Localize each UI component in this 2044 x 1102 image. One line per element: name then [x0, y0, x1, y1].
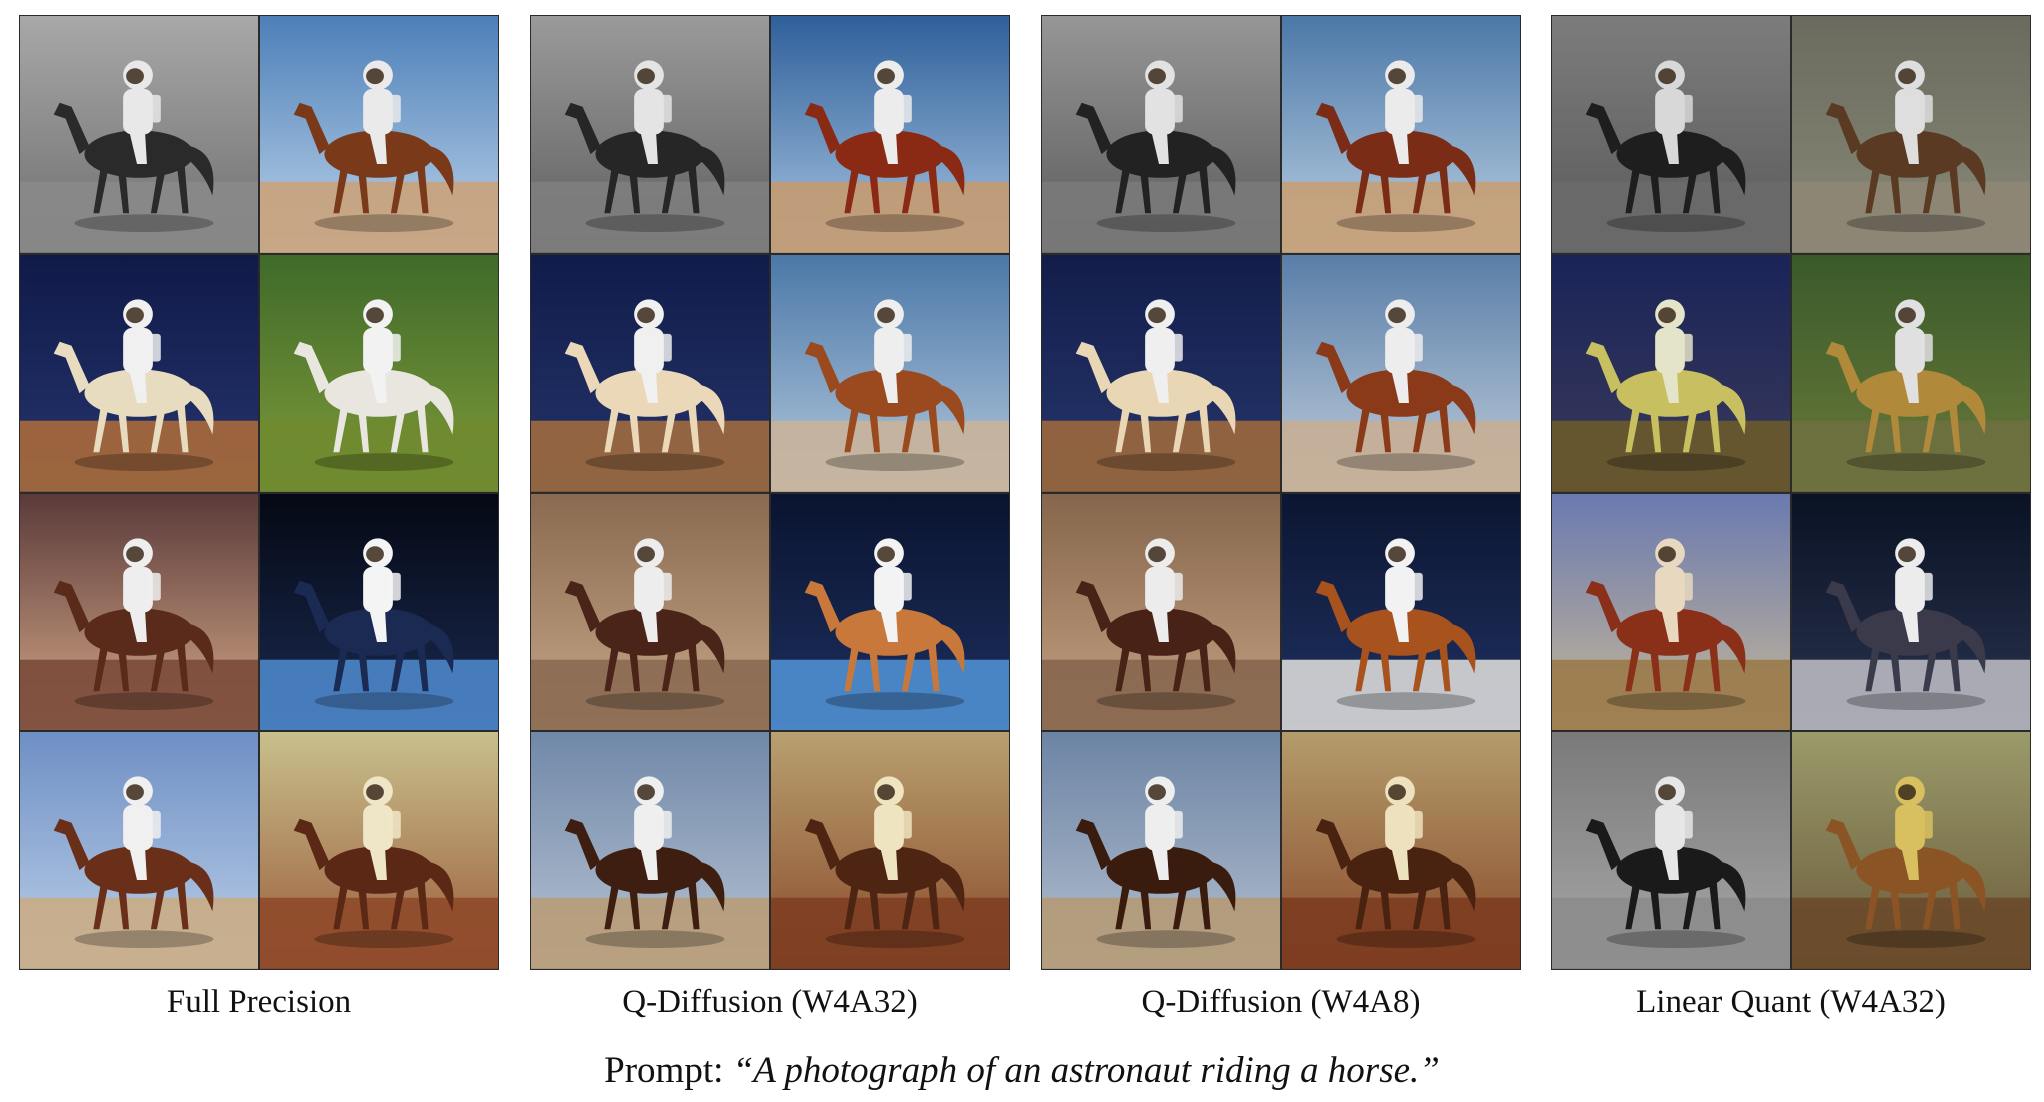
generated-image-graphic [1282, 254, 1520, 492]
generated-image [20, 16, 258, 253]
generated-image [1552, 254, 1790, 492]
image-grid-panel [1551, 15, 2031, 970]
generated-image [20, 254, 258, 492]
generated-image-graphic [20, 493, 258, 731]
panel-caption: Linear Quant (W4A32) [1636, 984, 1946, 1020]
generated-image [1792, 16, 2030, 253]
generated-image-graphic [1552, 732, 1790, 969]
generated-image-graphic [771, 254, 1009, 492]
generated-image [260, 732, 498, 969]
image-grid-panel [1041, 15, 1521, 970]
generated-image-graphic [260, 254, 498, 492]
generated-image [771, 16, 1009, 253]
generated-image [531, 493, 769, 731]
generated-image-graphic [1282, 16, 1520, 253]
generated-image-graphic [1792, 16, 2030, 253]
generated-image-graphic [20, 732, 258, 969]
generated-image [1282, 16, 1520, 253]
generated-image-graphic [20, 16, 258, 253]
generated-image [531, 254, 769, 492]
generated-image [771, 732, 1009, 969]
generated-image-graphic [1282, 493, 1520, 731]
image-grid-panel [19, 15, 499, 970]
generated-image [1042, 493, 1280, 731]
prompt-caption: Prompt: “A photograph of an astronaut ri… [0, 1048, 2044, 1094]
image-grid-panel [530, 15, 1010, 970]
generated-image-graphic [1792, 493, 2030, 731]
panel-caption: Q-Diffusion (W4A32) [622, 984, 918, 1020]
panel-caption: Q-Diffusion (W4A8) [1141, 984, 1421, 1020]
generated-image [531, 16, 769, 253]
generated-image [260, 254, 498, 492]
generated-image [531, 732, 769, 969]
generated-image-graphic [1042, 254, 1280, 492]
generated-image [20, 493, 258, 731]
generated-image-graphic [531, 493, 769, 731]
generated-image-graphic [1552, 16, 1790, 253]
generated-image [260, 493, 498, 731]
generated-image [1042, 254, 1280, 492]
generated-image-graphic [531, 16, 769, 253]
prompt-label: Prompt: [604, 1050, 724, 1091]
generated-image [1552, 732, 1790, 969]
generated-image-graphic [1282, 732, 1520, 969]
generated-image-graphic [1552, 493, 1790, 731]
generated-image-graphic [1552, 254, 1790, 492]
generated-image [1282, 732, 1520, 969]
generated-image-graphic [531, 254, 769, 492]
generated-image-graphic [260, 16, 498, 253]
generated-image [1792, 254, 2030, 492]
generated-image [20, 732, 258, 969]
generated-image [1792, 732, 2030, 969]
generated-image [1282, 254, 1520, 492]
generated-image-graphic [1042, 16, 1280, 253]
generated-image-graphic [260, 493, 498, 731]
generated-image-graphic [1042, 732, 1280, 969]
generated-image [1792, 493, 2030, 731]
generated-image [771, 254, 1009, 492]
generated-image [1042, 732, 1280, 969]
generated-image [1282, 493, 1520, 731]
generated-image-graphic [771, 16, 1009, 253]
generated-image-graphic [1792, 732, 2030, 969]
generated-image [1552, 493, 1790, 731]
generated-image-graphic [771, 493, 1009, 731]
generated-image-graphic [771, 732, 1009, 969]
generated-image [260, 16, 498, 253]
generated-image-graphic [1792, 254, 2030, 492]
generated-image-graphic [20, 254, 258, 492]
prompt-text: “A photograph of an astronaut riding a h… [732, 1050, 1440, 1091]
generated-image-graphic [531, 732, 769, 969]
generated-image-graphic [260, 732, 498, 969]
generated-image-graphic [1042, 493, 1280, 731]
panel-caption: Full Precision [166, 984, 352, 1020]
generated-image [771, 493, 1009, 731]
generated-image [1552, 16, 1790, 253]
generated-image [1042, 16, 1280, 253]
